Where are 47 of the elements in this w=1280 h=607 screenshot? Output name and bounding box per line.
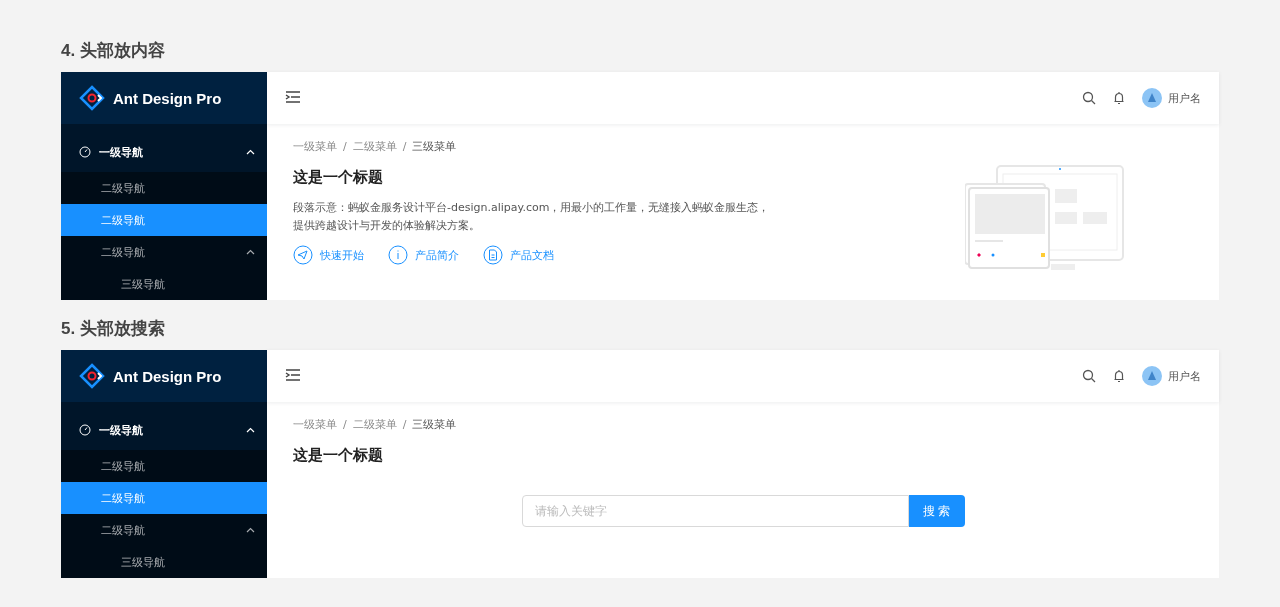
page-title: 这是一个标题	[293, 446, 384, 465]
breadcrumb-item: 三级菜单	[412, 138, 457, 154]
breadcrumb-item[interactable]: 二级菜单	[352, 138, 397, 154]
menu-item[interactable]: 一级导航	[61, 410, 267, 450]
menu-icon[interactable]	[285, 367, 301, 382]
section-heading: 4. 头部放内容	[61, 40, 166, 62]
chevron-icon	[246, 527, 255, 533]
logo-icon	[79, 85, 105, 111]
breadcrumb-item[interactable]: 一级菜单	[293, 138, 337, 154]
breadcrumb-separator: /	[402, 139, 407, 153]
breadcrumb-separator: /	[343, 139, 347, 153]
section-heading: 5. 头部放搜索	[61, 318, 166, 340]
logo-icon	[79, 363, 105, 389]
page-title: 这是一个标题	[293, 168, 384, 187]
menu-icon[interactable]	[285, 89, 301, 104]
menu-item[interactable]: 三级导航	[61, 546, 267, 578]
description: 段落示意：蚂蚁金服务设计平台-design.alipay.com，用最小的工作量，无缝接入蚂蚁金服生态，提供跨越设计与开发的体验解决方案。	[293, 200, 771, 234]
document-icon	[483, 245, 503, 265]
dashboard-icon	[79, 146, 91, 158]
search-icon[interactable]	[1082, 91, 1096, 105]
info-icon	[388, 245, 408, 265]
app-name: Ant Design Pro	[113, 367, 222, 385]
avatar	[1142, 88, 1162, 108]
menu-item[interactable]: 二级导航	[61, 172, 267, 204]
search-icon[interactable]	[1082, 369, 1096, 383]
breadcrumb-separator: /	[343, 417, 347, 431]
user-name[interactable]: 用户名	[1168, 368, 1201, 384]
avatar	[1142, 366, 1162, 386]
breadcrumb-separator: /	[402, 417, 407, 431]
search-field[interactable]: 请输入关键字	[521, 495, 909, 527]
menu-item[interactable]: 二级导航	[61, 450, 267, 482]
menu-item[interactable]: 三级导航	[61, 268, 267, 300]
menu-item[interactable]: 一级导航	[61, 132, 267, 172]
breadcrumb-item[interactable]: 一级菜单	[293, 416, 337, 432]
chevron-icon	[246, 427, 255, 433]
bell-icon[interactable]	[1112, 91, 1126, 105]
chevron-icon	[246, 149, 255, 155]
menu-item[interactable]: 二级导航	[61, 236, 267, 268]
breadcrumb-item: 三级菜单	[412, 416, 457, 432]
user-name[interactable]: 用户名	[1168, 90, 1201, 106]
dashboard-icon	[79, 424, 91, 436]
paper-plane-icon	[293, 245, 313, 265]
menu-item[interactable]: 二级导航	[61, 514, 267, 546]
chevron-icon	[246, 249, 255, 255]
app-name: Ant Design Pro	[113, 89, 222, 107]
bell-icon[interactable]	[1112, 369, 1126, 383]
breadcrumb-item[interactable]: 二级菜单	[352, 416, 397, 432]
